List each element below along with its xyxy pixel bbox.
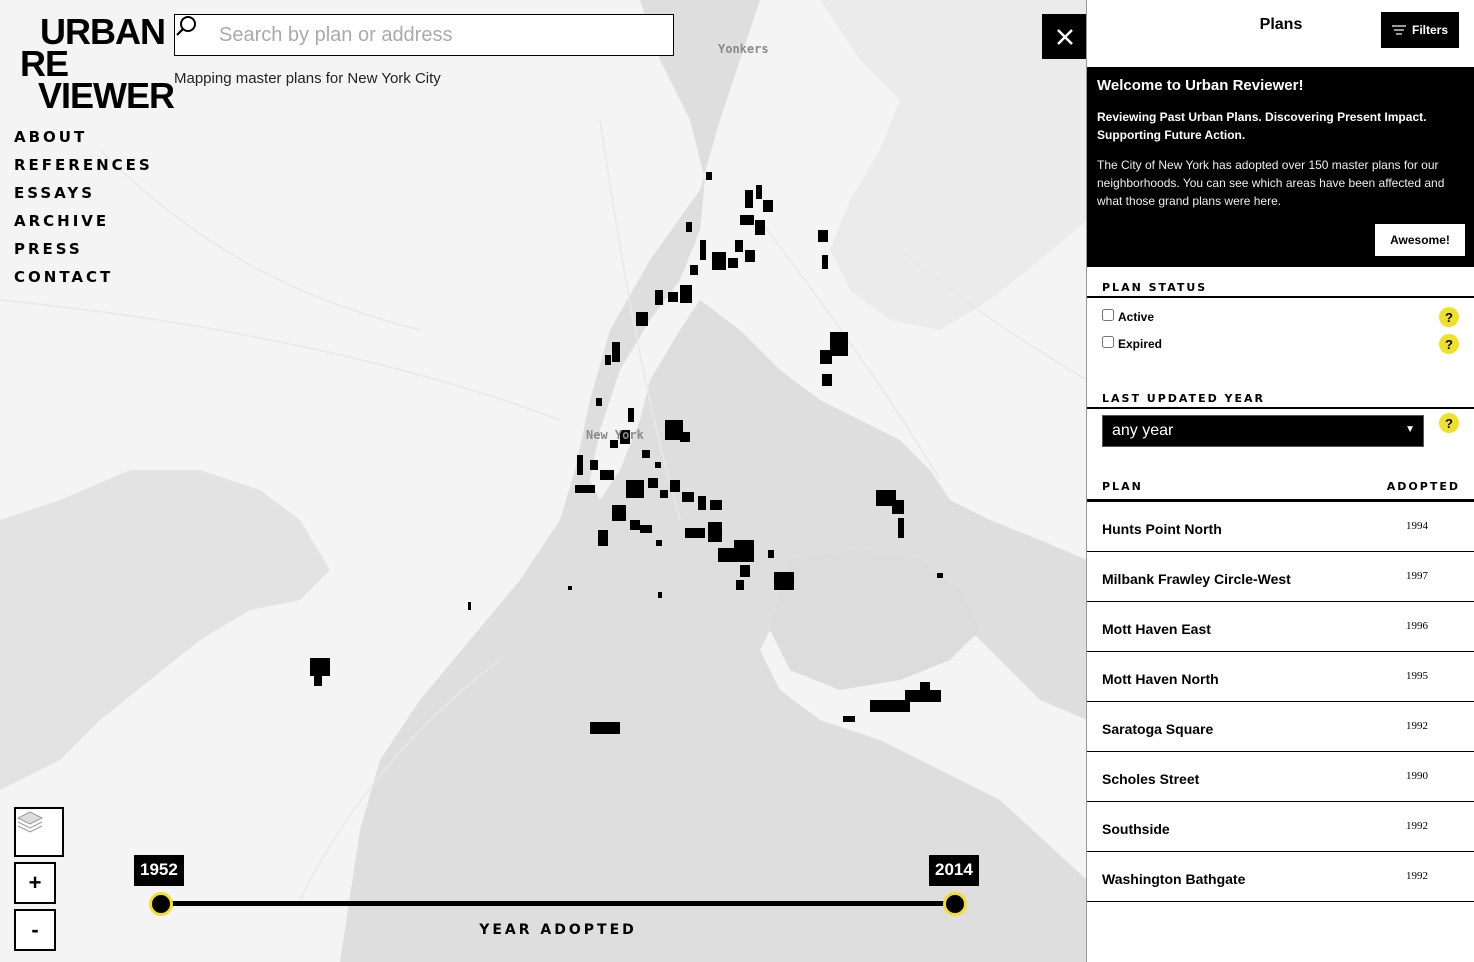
status-expired-checkbox[interactable] [1102,336,1114,348]
plan-name: Mott Haven East [1102,621,1211,637]
plan-name: Hunts Point North [1102,521,1222,537]
welcome-body: The City of New York has adopted over 15… [1097,158,1445,208]
timeline-title: YEAR ADOPTED [479,922,637,938]
filters-label: Filters [1411,23,1448,37]
search-icon[interactable] [175,15,219,55]
nav-about[interactable]: ABOUT [14,126,153,154]
close-icon [1056,28,1073,45]
filters-button[interactable]: Filters [1381,12,1459,48]
main-nav: ABOUT REFERENCES ESSAYS ARCHIVE PRESS CO… [14,126,153,294]
filter-icon [1391,25,1406,35]
plans-sidebar: Plans Filters Welcome to Urban Reviewer!… [1086,0,1474,962]
plan-year: 1992 [1406,720,1428,732]
plan-name: Washington Bathgate [1102,871,1246,887]
divider [1087,407,1474,409]
col-plan[interactable]: PLAN [1102,480,1143,493]
start-year-label: 1952 [134,855,184,886]
status-active-option[interactable]: Active [1102,309,1155,324]
welcome-title: Welcome to Urban Reviewer! [1097,77,1304,94]
plan-row[interactable]: Washington Bathgate 1992 [1087,852,1474,902]
nav-archive[interactable]: ARCHIVE [14,210,153,238]
end-year-handle[interactable] [943,892,967,916]
plan-name: Milbank Frawley Circle-West [1102,571,1291,587]
layers-button[interactable] [14,807,64,857]
plan-year: 1992 [1406,870,1428,882]
col-adopted[interactable]: ADOPTED [1387,480,1460,493]
map-label-new-york: New York [586,428,645,442]
close-sidebar-button[interactable] [1042,14,1087,59]
year-range-slider: 1952 2014 YEAR ADOPTED [130,852,990,952]
help-expired-icon[interactable]: ? [1439,334,1459,354]
plan-year: 1994 [1406,520,1428,532]
plan-row[interactable]: Hunts Point North 1994 [1087,502,1474,552]
plans-list: Hunts Point North 1994 Milbank Frawley Ci… [1087,499,1474,902]
nav-contact[interactable]: CONTACT [14,266,153,294]
plan-row[interactable]: Mott Haven East 1996 [1087,602,1474,652]
slider-track[interactable] [160,901,954,906]
welcome-panel: Welcome to Urban Reviewer! Reviewing Pas… [1087,67,1474,267]
status-expired-option[interactable]: Expired [1102,336,1163,351]
zoom-out-button[interactable]: - [14,909,56,951]
plan-row[interactable]: Southside 1992 [1087,802,1474,852]
start-year-handle[interactable] [149,892,173,916]
status-active-checkbox[interactable] [1102,309,1114,321]
search-box [174,14,674,56]
plan-status-heading: PLAN STATUS [1102,281,1208,294]
plan-name: Mott Haven North [1102,671,1219,687]
plan-name: Scholes Street [1102,771,1200,787]
map-canvas[interactable]: Yonkers New York URBAN RE VIEWER ABOUT R… [0,0,1087,962]
welcome-subtitle: Reviewing Past Urban Plans. Discovering … [1097,110,1427,142]
layers-icon [16,811,44,833]
plan-name: Southside [1102,821,1170,837]
status-expired-label: Expired [1118,337,1163,351]
year-select-value: any year [1112,422,1174,439]
plan-row[interactable]: Mott Haven North 1995 [1087,652,1474,702]
nav-essays[interactable]: ESSAYS [14,182,153,210]
urban-reviewer-logo[interactable]: URBAN RE VIEWER [20,14,175,116]
year-select[interactable]: any year ▼ [1102,415,1424,447]
plan-year: 1997 [1406,570,1428,582]
end-year-label: 2014 [929,855,979,886]
plan-year: 1995 [1406,670,1428,682]
search-input[interactable] [219,23,659,47]
plan-row[interactable]: Saratoga Square 1992 [1087,702,1474,752]
nav-references[interactable]: REFERENCES [14,154,153,182]
plan-year: 1992 [1406,820,1428,832]
plan-year: 1990 [1406,770,1428,782]
plan-row[interactable]: Milbank Frawley Circle-West 1997 [1087,552,1474,602]
map-basemap: Yonkers New York [0,0,1087,962]
plan-row[interactable]: Scholes Street 1990 [1087,752,1474,802]
zoom-in-button[interactable]: + [14,862,56,904]
help-year-icon[interactable]: ? [1439,413,1459,433]
help-active-icon[interactable]: ? [1439,307,1459,327]
status-active-label: Active [1118,310,1155,324]
last-updated-heading: LAST UPDATED YEAR [1102,392,1266,405]
map-label-yonkers: Yonkers [718,42,769,56]
plan-year: 1996 [1406,620,1428,632]
logo-line-3: VIEWER [38,75,175,116]
plan-name: Saratoga Square [1102,721,1214,737]
awesome-button[interactable]: Awesome! [1375,224,1465,256]
plans-table-header: PLAN ADOPTED [1102,480,1460,493]
divider [1087,296,1474,298]
tagline: Mapping master plans for New York City [174,70,441,87]
chevron-down-icon: ▼ [1405,424,1415,435]
nav-press[interactable]: PRESS [14,238,153,266]
